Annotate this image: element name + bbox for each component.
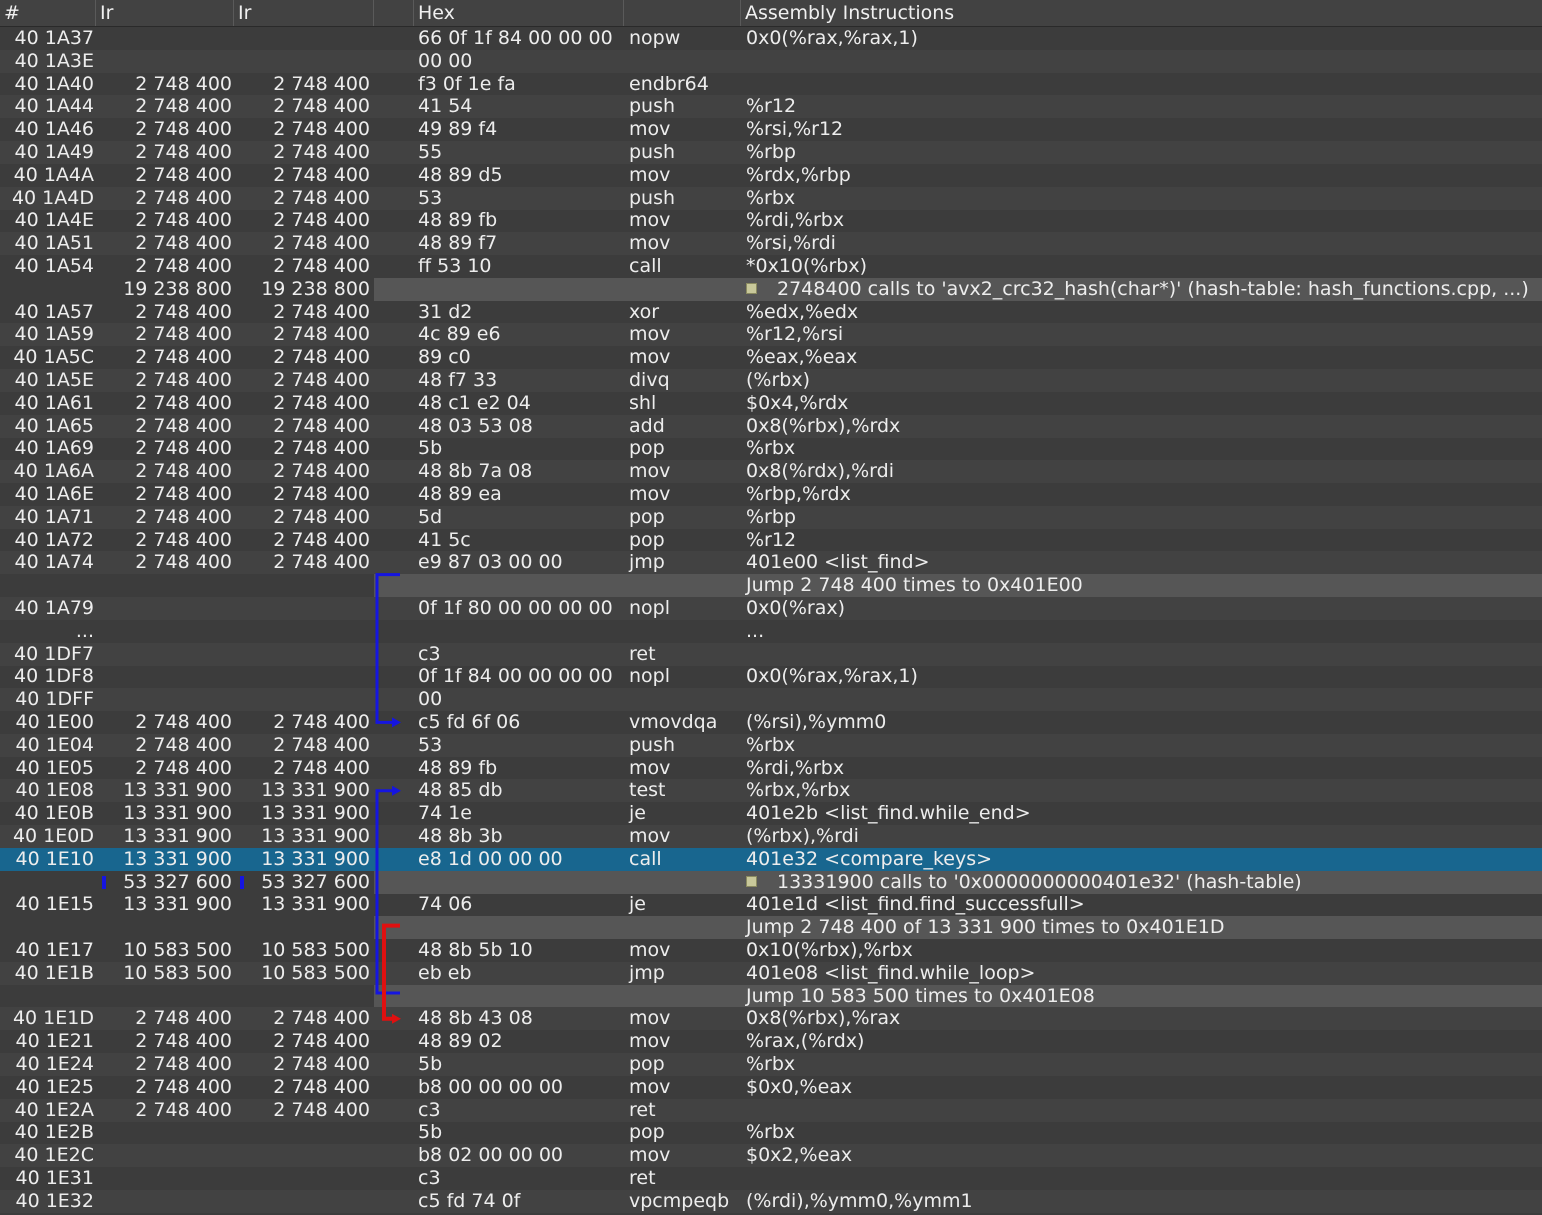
jump-arrow-while-loop	[375, 789, 400, 995]
jump-arrowhead-find-successfull	[392, 1013, 401, 1024]
jump-arrowhead-while-loop	[392, 785, 401, 796]
jump-arrows	[375, 573, 401, 1024]
jump-arrowhead-list-find	[392, 717, 401, 728]
jump-arrow-find-successfull	[382, 923, 400, 1021]
jump-arrow-list-find	[375, 573, 400, 724]
assembly-table: # Ir Ir Hex Assembly Instructions 40 1A3…	[0, 0, 1542, 1215]
